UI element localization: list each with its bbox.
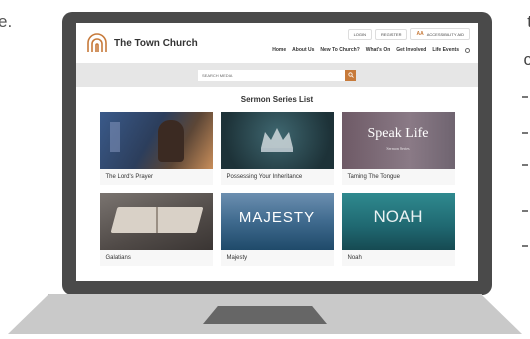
series-card[interactable]: NOAH Noah <box>341 193 455 266</box>
series-card[interactable]: The Lord's Prayer <box>99 112 213 185</box>
series-thumbnail: NOAH <box>341 193 455 250</box>
series-title: Taming The Tongue <box>341 169 455 185</box>
accessibility-label: ACCESSIBILITY AID <box>426 31 464 37</box>
thumb-title: NOAH <box>373 207 423 226</box>
thumb-title: MAJESTY <box>238 209 316 226</box>
search-icon <box>347 72 354 78</box>
accessibility-button[interactable]: AA ACCESSIBILITY AID <box>410 28 470 40</box>
section-title: Sermon Series List <box>240 95 314 104</box>
cropped-mark <box>522 164 528 166</box>
nav-whats-on[interactable]: What's On <box>366 47 391 53</box>
site-header: The Town Church LOGIN REGISTER AA ACCESS… <box>76 23 478 63</box>
crown-icon <box>260 128 293 152</box>
utility-links: LOGIN REGISTER AA ACCESSIBILITY AID <box>347 28 470 40</box>
nav-search-icon[interactable] <box>465 47 470 53</box>
nav-life-events[interactable]: Life Events <box>432 47 459 53</box>
brand-name: The Town Church <box>114 37 198 49</box>
series-card[interactable]: Galatians <box>99 193 213 266</box>
series-card[interactable]: Speak Life Sermon Series Taming The Tong… <box>341 112 455 185</box>
series-title: Noah <box>341 250 455 266</box>
series-thumbnail: MAJESTY <box>220 193 334 250</box>
thumb-title: Speak Life <box>367 126 429 141</box>
laptop-trackpad <box>203 306 327 324</box>
search-media-input[interactable]: SEARCH MEDIA <box>198 69 345 81</box>
media-search-bar: SEARCH MEDIA <box>76 63 478 87</box>
series-thumbnail <box>99 112 213 169</box>
illustration: e. t c The Town Church LOGIN REGISTER AA <box>0 0 530 339</box>
cropped-text-right-2: c <box>523 50 530 69</box>
cropped-mark <box>522 132 528 134</box>
series-title: Galatians <box>99 250 213 266</box>
thumb-subtitle: Sermon Series <box>386 146 410 151</box>
cropped-mark <box>522 210 528 212</box>
series-thumbnail: Speak Life Sermon Series <box>341 112 455 169</box>
series-title: Possessing Your Inheritance <box>220 169 334 185</box>
accessibility-icon: AA <box>416 31 424 37</box>
series-title: The Lord's Prayer <box>99 169 213 185</box>
nav-about[interactable]: About Us <box>292 47 314 53</box>
cropped-mark <box>522 245 528 247</box>
series-thumbnail <box>220 112 334 169</box>
cropped-text-left: e. <box>0 12 13 31</box>
series-card[interactable]: Possessing Your Inheritance <box>220 112 334 185</box>
nav-home[interactable]: Home <box>272 47 286 53</box>
series-card[interactable]: MAJESTY Majesty <box>220 193 334 266</box>
sermon-series-grid: The Lord's Prayer Possessing Your Inheri… <box>76 112 478 266</box>
main-nav: Home About Us New To Church? What's On G… <box>272 47 470 53</box>
church-arch-icon <box>87 33 107 52</box>
site-logo[interactable]: The Town Church <box>86 33 198 53</box>
cropped-mark <box>522 96 528 98</box>
series-title: Majesty <box>220 250 334 266</box>
laptop-screen: The Town Church LOGIN REGISTER AA ACCESS… <box>76 23 478 281</box>
search-media-button[interactable] <box>345 69 356 81</box>
register-link[interactable]: REGISTER <box>375 28 408 40</box>
series-thumbnail <box>99 193 213 250</box>
nav-get-involved[interactable]: Get Involved <box>396 47 426 53</box>
nav-new-to-church[interactable]: New To Church? <box>320 47 359 53</box>
login-link[interactable]: LOGIN <box>347 28 373 40</box>
